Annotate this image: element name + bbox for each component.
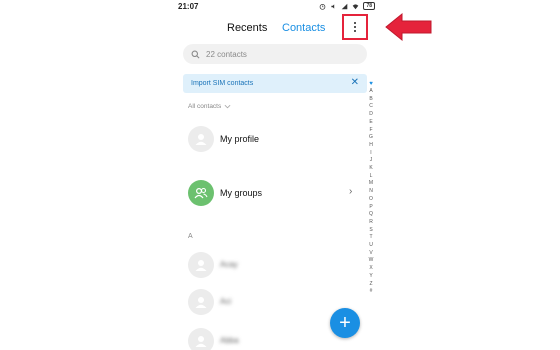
status-bar: 21:07 78 — [173, 0, 380, 14]
tab-contacts[interactable]: Contacts — [282, 22, 325, 34]
alphabet-index-letter[interactable]: J — [370, 157, 373, 165]
alphabet-index-letter[interactable]: Q — [369, 211, 373, 219]
person-icon — [195, 297, 207, 308]
status-icons: 78 — [319, 2, 375, 10]
alphabet-index-letter[interactable]: T — [369, 234, 372, 242]
alphabet-index-letter[interactable]: L — [370, 173, 373, 181]
alphabet-index-letter[interactable]: M — [369, 180, 373, 188]
close-icon[interactable]: ✕ — [351, 77, 359, 88]
person-icon — [195, 260, 207, 271]
group-icon — [194, 187, 208, 199]
alphabet-index-letter[interactable]: V — [369, 250, 372, 258]
alphabet-index-letter[interactable]: F — [369, 127, 372, 135]
import-sim-link[interactable]: Import SIM contacts — [191, 80, 253, 87]
alphabet-index-letter[interactable]: Z — [369, 281, 372, 289]
search-input[interactable]: 22 contacts — [183, 44, 367, 64]
avatar — [188, 126, 214, 152]
alphabet-index-letter[interactable]: N — [369, 188, 373, 196]
chevron-right-icon: › — [349, 186, 353, 197]
alphabet-index[interactable]: ♥ A B C D E F G H I J K L M N O P Q R S T U V W X Y Z # — [366, 81, 376, 296]
alphabet-index-letter[interactable]: O — [369, 196, 373, 204]
contacts-filter-dropdown[interactable]: All contacts — [188, 103, 231, 110]
chevron-down-icon — [224, 104, 231, 109]
alphabet-index-letter[interactable]: B — [369, 96, 372, 104]
alphabet-index-letter[interactable]: A — [369, 88, 372, 96]
alphabet-index-letter[interactable]: K — [369, 165, 372, 173]
alphabet-index-letter[interactable]: Y — [369, 273, 372, 281]
alphabet-index-letter[interactable]: I — [370, 150, 371, 158]
contact-name: Acay — [220, 260, 238, 269]
alphabet-index-letter[interactable]: S — [369, 227, 372, 235]
my-profile-label: My profile — [220, 134, 260, 144]
avatar — [188, 289, 214, 315]
wifi-icon — [353, 3, 359, 9]
alphabet-index-letter[interactable]: X — [369, 265, 372, 273]
favorites-heart-icon[interactable]: ♥ — [369, 81, 373, 88]
search-placeholder: 22 contacts — [206, 49, 247, 59]
contact-name: Abba — [220, 336, 239, 345]
more-vert-icon — [354, 22, 356, 32]
tab-recents[interactable]: Recents — [227, 22, 267, 34]
alphabet-index-letter[interactable]: U — [369, 242, 373, 250]
status-time: 21:07 — [178, 2, 199, 11]
alphabet-index-letter[interactable]: R — [369, 219, 373, 227]
my-groups-label: My groups — [220, 188, 263, 198]
alphabet-index-letter[interactable]: G — [369, 134, 373, 142]
alphabet-index-letter[interactable]: P — [369, 204, 372, 212]
alarm-icon — [320, 3, 326, 10]
arrow-pointer-icon — [385, 12, 432, 42]
add-contact-button[interactable]: + — [330, 308, 360, 338]
my-profile-row[interactable]: My profile — [173, 126, 363, 156]
contacts-screen: 21:07 78 Recents Contacts 22 contacts Im… — [173, 0, 380, 350]
alphabet-index-letter[interactable]: W — [369, 257, 374, 265]
section-header-a: A — [188, 233, 193, 240]
battery-indicator: 78 — [363, 2, 375, 10]
mute-icon — [331, 3, 335, 9]
alphabet-index-letter[interactable]: E — [369, 119, 372, 127]
contact-row[interactable]: Acay — [173, 252, 363, 282]
filter-label: All contacts — [188, 103, 222, 110]
my-groups-row[interactable]: My groups › — [173, 180, 363, 210]
alphabet-index-letter[interactable]: C — [369, 103, 373, 111]
more-options-button[interactable] — [342, 14, 368, 40]
alphabet-index-letter[interactable]: # — [370, 288, 373, 296]
person-icon — [195, 134, 207, 145]
import-sim-banner: Import SIM contacts ✕ — [183, 74, 367, 93]
avatar — [188, 252, 214, 278]
alphabet-index-letter[interactable]: H — [369, 142, 373, 150]
contact-name: Aci — [220, 297, 232, 306]
alphabet-index-letter[interactable]: D — [369, 111, 373, 119]
signal-icon — [342, 3, 348, 9]
group-avatar — [188, 180, 214, 206]
person-icon — [195, 336, 207, 347]
search-icon — [191, 50, 200, 58]
avatar — [188, 328, 214, 350]
